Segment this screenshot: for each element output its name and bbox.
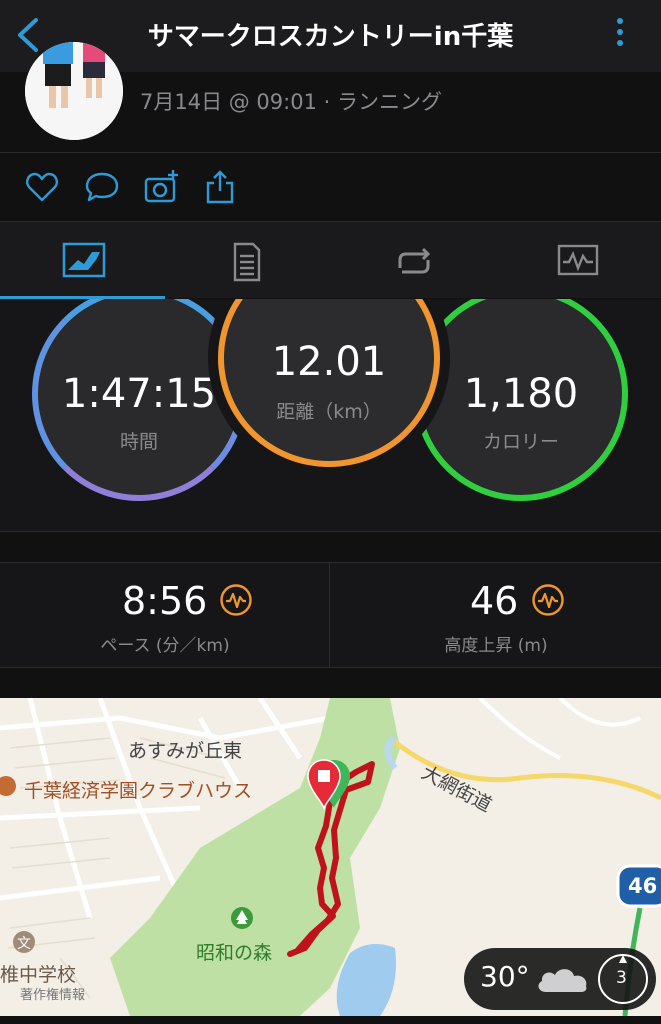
map-label-park: 昭和の森	[196, 942, 273, 964]
map-label-clubhouse: 千葉経済学園クラブハウス	[24, 780, 253, 802]
back-button[interactable]	[8, 14, 50, 56]
comment-icon[interactable]	[84, 169, 120, 205]
distance-ring: 12.01 距離（km）	[218, 299, 440, 467]
calories-value: 1,180	[463, 371, 579, 417]
add-photo-icon[interactable]	[144, 169, 180, 205]
metrics-row: 8:56 ペース (分／km) 46 高度上昇 (m)	[0, 563, 661, 668]
elevation-label: 高度上昇 (m)	[444, 636, 548, 656]
cloud-icon	[538, 969, 587, 992]
pace-label: ペース (分／km)	[100, 636, 230, 656]
details-list-icon	[233, 242, 261, 282]
share-icon[interactable]	[202, 169, 238, 205]
wind-speed: 3	[616, 968, 627, 988]
tab-overview[interactable]	[0, 222, 165, 298]
bottom-strip	[0, 1016, 661, 1024]
section-spacer	[0, 532, 661, 563]
map-label-school: 椎中学校	[0, 964, 77, 986]
calories-ring: 1,180 カロリー	[414, 299, 628, 501]
metrics-divider	[329, 563, 330, 667]
weather-badge: 30° 3	[464, 948, 656, 1010]
avatar[interactable]	[25, 42, 123, 140]
map-copyright-link[interactable]: 著作権情報	[20, 984, 85, 1003]
activity-date: 7月14日 @ 09:01 · ランニング	[140, 90, 442, 114]
calories-label: カロリー	[482, 431, 559, 453]
tab-charts[interactable]	[495, 222, 660, 298]
start-pin-icon[interactable]	[306, 758, 354, 814]
stats-overview-icon	[62, 242, 106, 278]
svg-text:文: 文	[17, 936, 31, 952]
activity-pulse-icon[interactable]	[219, 583, 253, 617]
pace-metric: 8:56 ペース (分／km)	[0, 563, 330, 667]
charts-icon	[557, 244, 599, 276]
distance-value: 12.01	[271, 339, 387, 385]
distance-label: 距離（km）	[276, 401, 382, 423]
page-title: サマークロスカントリーin千葉	[147, 22, 514, 52]
time-ring: 1:47:15 時間	[32, 299, 246, 501]
tab-details[interactable]	[165, 222, 330, 298]
summary-stats: 1:47:15 時間 1,180 カロリー 12.01 距離（km）	[0, 299, 661, 532]
menu-button[interactable]	[611, 14, 629, 56]
runner-photo-icon	[25, 42, 123, 140]
map-label-area: あすみが丘東	[128, 740, 243, 762]
weather-temperature: 30°	[480, 960, 530, 993]
elevation-value: 46	[470, 579, 519, 623]
section-spacer	[0, 668, 661, 698]
elevation-metric: 46 高度上昇 (m)	[331, 563, 661, 667]
heart-icon[interactable]	[24, 169, 60, 205]
time-label: 時間	[119, 431, 158, 453]
activity-header: 7月14日 @ 09:01 · ランニング	[0, 42, 661, 153]
route-shield-number: 46	[628, 874, 658, 898]
action-row	[0, 153, 661, 222]
laps-icon	[398, 247, 431, 274]
activity-pulse-icon[interactable]	[531, 583, 565, 617]
kebab-menu-icon	[611, 18, 629, 46]
pace-value: 8:56	[122, 579, 208, 623]
chevron-left-icon	[18, 18, 38, 52]
tab-laps[interactable]	[330, 222, 495, 298]
time-value: 1:47:15	[61, 371, 217, 417]
tab-bar	[0, 222, 661, 298]
